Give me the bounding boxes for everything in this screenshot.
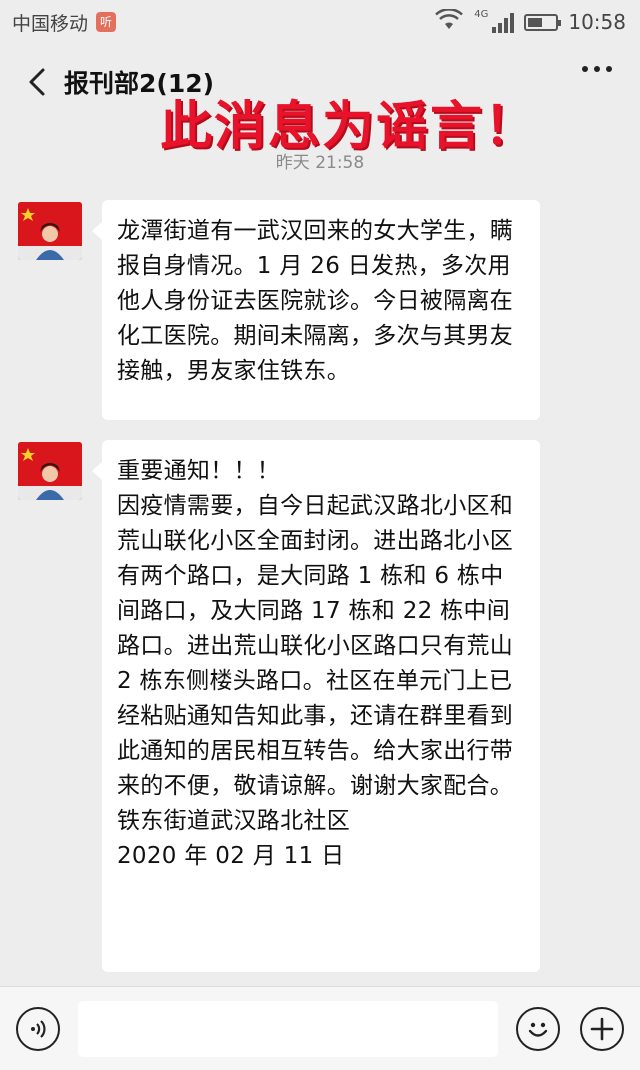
emoji-icon <box>528 1022 548 1037</box>
carrier-name: 中国移动 <box>12 12 89 35</box>
message-input[interactable] <box>78 1001 498 1057</box>
more-button[interactable] <box>582 66 612 72</box>
voice-button[interactable] <box>16 1007 60 1051</box>
battery-fill <box>528 17 543 27</box>
status-left: 中国移动 听 <box>12 9 117 36</box>
network-label: 4G <box>474 8 489 20</box>
message-bubble[interactable]: 龙潭街道有一武汉回来的女大学生，瞒报自身情况。1 月 26 日发热，多次用他人身… <box>92 200 540 420</box>
voice-icon <box>31 1020 46 1038</box>
carrier-badge-icon: 听 <box>96 12 117 32</box>
emoji-button[interactable] <box>516 1007 560 1051</box>
input-bar <box>0 986 640 1070</box>
avatar[interactable] <box>18 442 82 500</box>
plus-button[interactable] <box>580 1007 624 1051</box>
chevron-left-icon <box>29 68 45 96</box>
back-button[interactable] <box>12 52 62 112</box>
message-bubble[interactable]: 重要通知！！！ 因疫情需要，自今日起武汉路北小区和荒山联化小区全面封闭。进出路北… <box>92 440 540 972</box>
status-bar: 中国移动 听 4G 10:58 <box>0 0 640 44</box>
flag-avatar-icon <box>18 202 82 260</box>
signal-icon <box>492 11 515 33</box>
status-time: 10:58 <box>568 10 626 34</box>
wifi-icon <box>434 7 464 36</box>
message-timestamp: 昨天 21:58 <box>275 153 365 173</box>
plus-icon <box>590 1017 614 1041</box>
battery-icon <box>524 13 562 31</box>
avatar[interactable] <box>18 202 82 260</box>
rumor-overlay-text: 此消息为谣言！ <box>160 97 539 157</box>
more-dots-icon <box>582 66 588 72</box>
status-right: 4G 10:58 <box>434 7 626 36</box>
flag-avatar-icon <box>18 442 82 500</box>
